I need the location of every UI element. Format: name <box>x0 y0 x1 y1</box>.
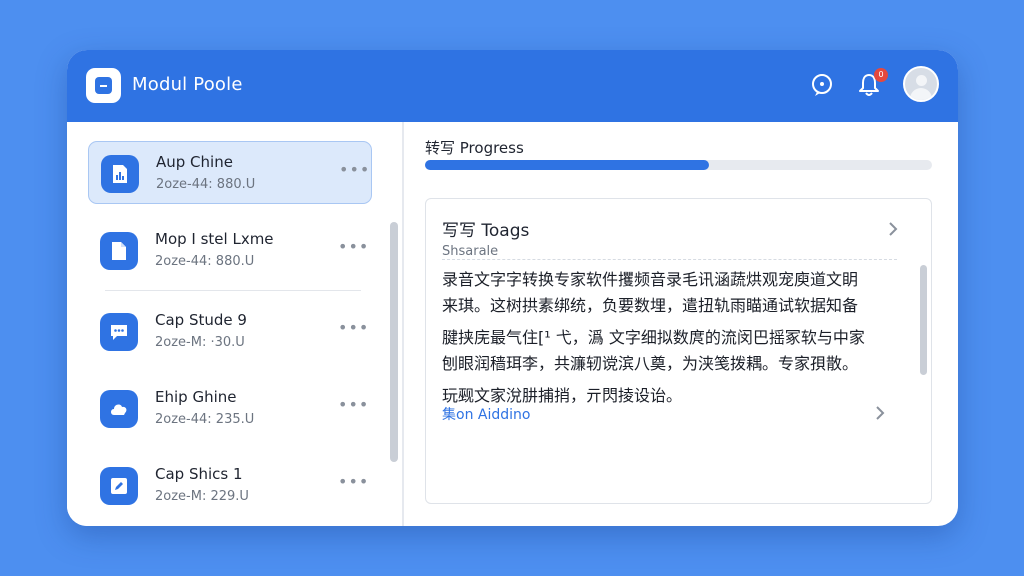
panel-divider <box>403 122 404 526</box>
list-item[interactable]: Cap Shics 1 2oze-M: 229.U ••• <box>88 454 372 517</box>
item-title: Cap Shics 1 <box>155 465 243 483</box>
card-title: 写写 Toags <box>442 221 530 241</box>
list-divider <box>105 290 361 291</box>
app-title: Modul Poole <box>132 74 243 95</box>
item-subtitle: 2oze-44: 235.U <box>155 412 255 427</box>
transcript-line: 录音文字字转换专家软件攫频音录毛讯涵蔬烘观宠庾道文眀 <box>442 270 859 289</box>
sidebar-scrollbar[interactable] <box>390 222 398 462</box>
cloud-icon <box>100 390 138 428</box>
document-icon <box>100 232 138 270</box>
progress-bar <box>425 160 932 170</box>
transcript-text: 录音文字字转换专家软件攫频音录毛讯涵蔬烘观宠庾道文眀 来琪。这树拱素绑统，负要数… <box>442 267 902 409</box>
pen-edit-icon <box>100 467 138 505</box>
transcript-line: 刨眼润穑珥李，共濂轫谠滨八奠，为浃笺拨耦。专家孭散。 <box>442 354 859 373</box>
transcript-line: 来琪。这树拱素绑统，负要数埋，遣扭轨雨瞄通试软据知备 <box>442 296 859 315</box>
more-options-button[interactable]: ••• <box>338 472 369 491</box>
item-title: Aup Chine <box>156 153 233 171</box>
chat-bubble-icon <box>100 313 138 351</box>
progress-label: 转写 Progress <box>425 139 524 157</box>
chevron-right-icon[interactable] <box>875 405 885 421</box>
notification-badge: 0 <box>874 68 888 82</box>
more-options-button[interactable]: ••• <box>338 395 369 414</box>
app-header: Modul Poole 0 <box>67 50 958 122</box>
transcript-card: 写写 Toags Shsarale 录音文字字转换专家软件攫频音录毛讯涵蔬烘观宠… <box>425 198 932 504</box>
item-subtitle: 2oze-M: ·30.U <box>155 335 245 350</box>
list-item[interactable]: Cap Stude 9 2oze-M: ·30.U ••• <box>88 300 372 363</box>
user-avatar[interactable] <box>903 66 939 102</box>
chart-file-icon <box>101 155 139 193</box>
file-sidebar: Aup Chine 2oze-44: 880.U ••• Mop I stel … <box>67 122 403 526</box>
more-options-button[interactable]: ••• <box>339 160 370 179</box>
progress-bar-fill <box>425 160 709 170</box>
item-title: Mop I stel Lxme <box>155 230 274 248</box>
item-subtitle: 2oze-M: 229.U <box>155 489 249 504</box>
item-subtitle: 2oze-44: 880.U <box>155 254 255 269</box>
more-options-button[interactable]: ••• <box>338 237 369 256</box>
item-title: Ehip Ghine <box>155 388 237 406</box>
card-subtitle: Shsarale <box>442 244 499 259</box>
card-link[interactable]: 集on Aiddino <box>442 404 530 424</box>
more-options-button[interactable]: ••• <box>338 318 369 337</box>
card-scrollbar[interactable] <box>920 265 927 375</box>
list-item[interactable]: Aup Chine 2oze-44: 880.U ••• <box>88 141 372 204</box>
list-item[interactable]: Mop I stel Lxme 2oze-44: 880.U ••• <box>88 219 372 282</box>
transcript-line: 腱挟庑最气住[¹ 弋，潙 文字细拟数庹的流闵巴摇冢软与中家 <box>442 328 865 347</box>
list-item[interactable]: Ehip Ghine 2oze-44: 235.U ••• <box>88 377 372 440</box>
card-divider <box>442 259 897 260</box>
item-title: Cap Stude 9 <box>155 311 247 329</box>
help-chat-icon[interactable] <box>809 72 835 98</box>
app-window: Modul Poole 0 Aup Chine 2oze-44: 880.U •… <box>67 50 958 526</box>
app-logo-icon <box>86 68 121 103</box>
chevron-right-icon[interactable] <box>888 221 898 237</box>
item-subtitle: 2oze-44: 880.U <box>156 177 256 192</box>
